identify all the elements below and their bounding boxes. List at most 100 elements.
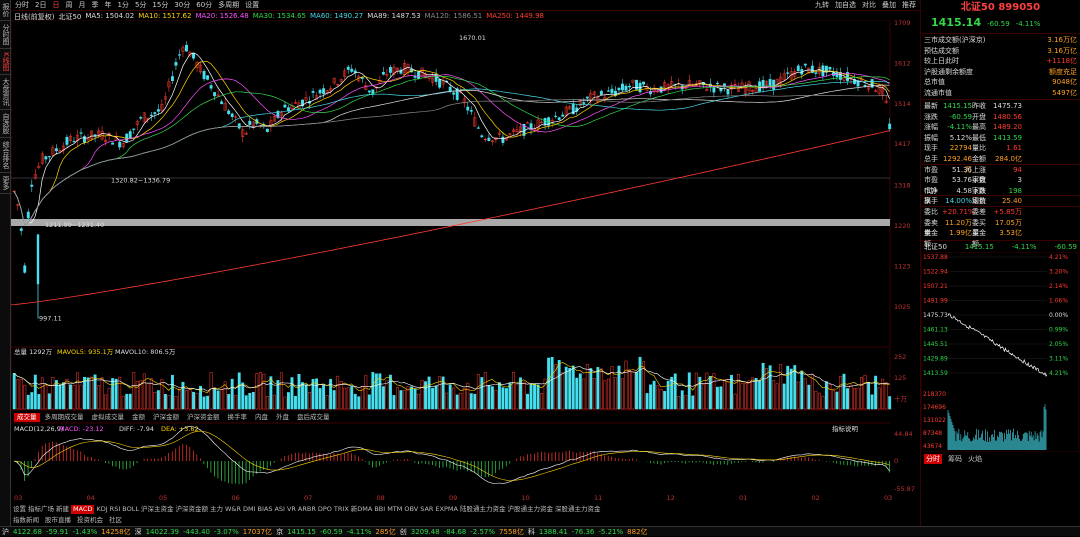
candle-body bbox=[585, 96, 589, 99]
ticker-item: 1415.15 bbox=[287, 528, 317, 536]
period-button[interactable]: 日 bbox=[52, 0, 59, 10]
period-button[interactable]: 2日 bbox=[35, 0, 46, 10]
indicator-tab[interactable]: VR bbox=[287, 505, 296, 514]
volume-bar bbox=[659, 389, 663, 410]
period-button[interactable]: 分时 bbox=[15, 0, 29, 10]
period-button[interactable]: 季 bbox=[91, 0, 98, 10]
quote-row: 涨跌 -60.59 开盘 1480.56 bbox=[921, 112, 1080, 123]
price-annotation: 1211.99~1231.40 bbox=[45, 221, 104, 229]
volume-bar bbox=[793, 365, 797, 410]
volume-bar bbox=[16, 379, 20, 410]
indicator-help-button[interactable]: 指标说明 bbox=[832, 424, 859, 433]
intraday-mini-chart[interactable]: 1537.88 4.21% 1522.94 3.20% 1507.21 2.14% 1491… bbox=[920, 251, 1080, 453]
indicator-tab[interactable]: SAR bbox=[420, 505, 433, 514]
volume-bar bbox=[694, 372, 698, 410]
volume-bar bbox=[374, 373, 378, 410]
ticker-item: -60.59 bbox=[320, 528, 343, 536]
period-button[interactable]: 30分 bbox=[174, 0, 190, 10]
volume-tab[interactable]: 沪深金额 bbox=[150, 413, 182, 422]
volume-tab[interactable]: 多周期成交量 bbox=[42, 413, 87, 422]
volume-tab[interactable]: 金额 bbox=[129, 413, 148, 422]
period-button[interactable]: 年 bbox=[104, 0, 111, 10]
indicator-tab[interactable]: 设置 bbox=[13, 505, 26, 514]
indicator-tab[interactable]: 陆股通主力资金 bbox=[460, 505, 506, 514]
period-button[interactable]: 设置 bbox=[245, 0, 259, 10]
candle-body bbox=[178, 54, 181, 56]
volume-tab[interactable]: 成交量 bbox=[14, 413, 40, 422]
date-tick: 10 bbox=[522, 494, 530, 502]
volume-bar bbox=[104, 394, 108, 410]
candle-body bbox=[26, 211, 30, 219]
indicator-tab[interactable]: BOLL bbox=[122, 505, 139, 514]
indicator-tab[interactable]: W&R bbox=[225, 505, 241, 514]
indicator-tab[interactable]: 沪深主资金 bbox=[141, 505, 174, 514]
candle-body bbox=[381, 72, 385, 75]
indicator-tab[interactable]: ASI bbox=[274, 505, 285, 514]
volume-bar bbox=[571, 365, 575, 410]
period-button[interactable]: 5分 bbox=[135, 0, 146, 10]
volume-bar bbox=[684, 395, 688, 410]
indicator-tab[interactable]: BBI bbox=[374, 505, 385, 514]
toolbar-action[interactable]: 九转 bbox=[815, 0, 829, 10]
volume-bar bbox=[128, 393, 132, 410]
indicator-tab[interactable]: KDJ bbox=[96, 505, 107, 514]
indicator-tab[interactable]: DPO bbox=[318, 505, 332, 514]
volume-tab[interactable]: 虚拟成交量 bbox=[89, 413, 128, 422]
indicator-tab[interactable]: 沪深资金额 bbox=[175, 505, 208, 514]
indicator-tab[interactable]: RSI bbox=[110, 505, 121, 514]
indicator-tab[interactable]: 沪股通主力资金 bbox=[507, 505, 553, 514]
volume-bar bbox=[452, 387, 456, 410]
volume-tab[interactable]: 沪深资金额 bbox=[184, 413, 223, 422]
indicator-tab[interactable]: 新DMA bbox=[351, 505, 373, 514]
volume-tab[interactable]: 内盘 bbox=[252, 413, 271, 422]
indicator-tab[interactable]: EXPMA bbox=[435, 505, 458, 514]
mini-tab[interactable]: 筹码 bbox=[948, 454, 962, 464]
toolbar-action[interactable]: 加自选 bbox=[835, 0, 856, 10]
candle-body bbox=[417, 70, 420, 79]
volume-bar bbox=[427, 376, 431, 410]
toolbar-action[interactable]: 推荐 bbox=[902, 0, 916, 10]
indicator-tab[interactable]: DMI bbox=[243, 505, 256, 514]
indicator-tab[interactable]: 指标广场 bbox=[28, 505, 54, 514]
volume-bar bbox=[737, 374, 740, 410]
news-tab[interactable]: 社区 bbox=[109, 516, 122, 525]
indicator-tab[interactable]: ARBR bbox=[298, 505, 316, 514]
volume-tab[interactable]: 盘后成交量 bbox=[294, 413, 333, 422]
volume-bar bbox=[160, 379, 164, 410]
volume-bar bbox=[371, 372, 375, 410]
indicator-tab[interactable]: 深股通主力资金 bbox=[555, 505, 601, 514]
news-tab[interactable]: 指数新闻 bbox=[13, 516, 39, 525]
volume-bar bbox=[357, 396, 361, 410]
indicator-tab[interactable]: TRIX bbox=[334, 505, 349, 514]
toolbar-action[interactable]: 叠加 bbox=[882, 0, 896, 10]
indicator-tab[interactable]: MTM bbox=[387, 505, 402, 514]
volume-bar bbox=[69, 384, 72, 410]
period-button[interactable]: 1分 bbox=[117, 0, 128, 10]
period-button[interactable]: 多周期 bbox=[218, 0, 239, 10]
ticker-item: -59.91 bbox=[45, 528, 69, 536]
period-button[interactable]: 周 bbox=[65, 0, 72, 10]
news-tab[interactable]: 股市直播 bbox=[45, 516, 71, 525]
indicator-tab[interactable]: MACD bbox=[71, 505, 95, 514]
price-tick: 1025 bbox=[894, 303, 911, 311]
volume-bar bbox=[765, 368, 769, 410]
indicator-tab[interactable]: 新建 bbox=[56, 505, 69, 514]
candle-body bbox=[452, 92, 456, 95]
indicator-tab[interactable]: BIAS bbox=[258, 505, 273, 514]
volume-bar bbox=[606, 378, 610, 410]
mini-tab[interactable]: 火焰 bbox=[968, 454, 982, 464]
volume-bar bbox=[318, 388, 322, 410]
mini-tab[interactable]: 分时 bbox=[924, 454, 942, 465]
period-button[interactable]: 15分 bbox=[152, 0, 168, 10]
toolbar-action[interactable]: 对比 bbox=[862, 0, 876, 10]
volume-tab[interactable]: 换手率 bbox=[225, 413, 251, 422]
news-tab[interactable]: 投资机会 bbox=[77, 516, 103, 525]
kline-chart-area[interactable]: 1709 1612 1514 1417 1318 1220 1123 1025 1670.01 9… bbox=[11, 20, 920, 505]
indicator-tab[interactable]: OBV bbox=[404, 505, 418, 514]
period-button[interactable]: 60分 bbox=[196, 0, 212, 10]
period-button[interactable]: 月 bbox=[78, 0, 85, 10]
candle-body bbox=[19, 228, 23, 231]
volume-tab[interactable]: 外盘 bbox=[273, 413, 292, 422]
indicator-tab[interactable]: 主力 bbox=[210, 505, 223, 514]
volume-bar bbox=[501, 387, 505, 410]
